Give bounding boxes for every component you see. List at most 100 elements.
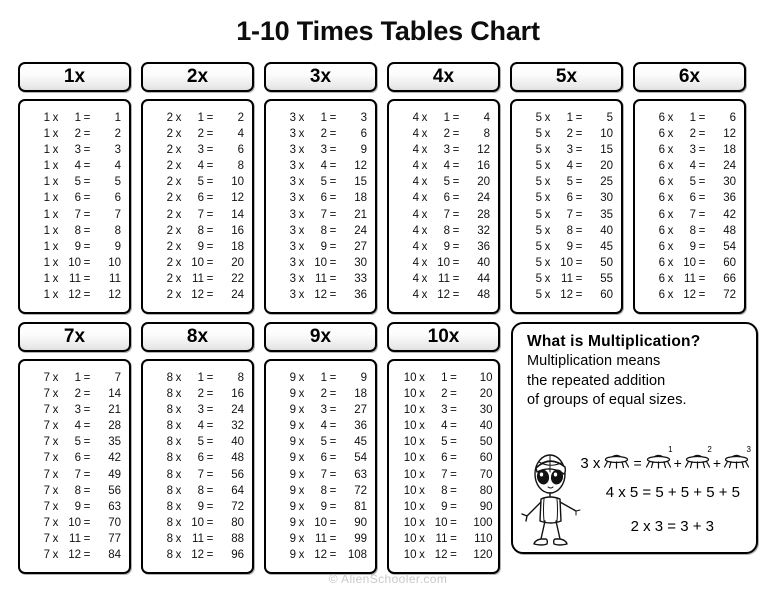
equation-result: 24 (231, 289, 244, 302)
equation-b: 7 (441, 468, 448, 481)
equation-result: 8 (237, 372, 244, 384)
equation-result: 56 (231, 468, 244, 481)
equation-b: 2 (197, 388, 204, 401)
equation-eq: = (452, 224, 460, 237)
table-header-3x[interactable]: 3x (264, 62, 377, 92)
table-header-9x[interactable]: 9x (264, 322, 377, 352)
ufo-equation-equals: = (633, 455, 642, 471)
equation-eq: = (329, 468, 337, 481)
equation-op: x (419, 532, 425, 545)
equation-eq: = (452, 128, 460, 141)
equation-row: 9 x 7 = 63 (272, 467, 369, 483)
equation-row: 4 x 5 = 20 (395, 174, 492, 190)
equation-a: 9 (289, 468, 296, 481)
equation-result: 10 (108, 256, 121, 269)
equation-row: 2 x 5 = 10 (149, 174, 246, 190)
equation-row: 9 x 1 = 9 (272, 370, 369, 386)
equation-row: 9 x 6 = 54 (272, 450, 369, 466)
equation-eq: = (329, 388, 337, 401)
equation-op: x (298, 388, 305, 401)
equation-row: 3 x 6 = 18 (272, 190, 369, 206)
table-body-6x: 6 x 1 = 6 6 x 2 = 12 6 x 3 = 18 6 x 4 = 24 6 x 5 = 30 6 x 6 = 36 6 x 7 = 4… (633, 99, 746, 315)
equation-b: 8 (74, 224, 81, 237)
equation-row: 8 x 3 = 24 (149, 402, 246, 418)
table-body-8x: 8 x 1 = 8 8 x 2 = 16 8 x 3 = 24 8 x 4 = 32 8 x 5 = 40 8 x 6 = 48 8 x 7 = 5… (141, 359, 254, 575)
equation-a: 7 (43, 500, 50, 513)
equation-result: 1 (114, 112, 121, 124)
equation-op: x (421, 224, 428, 237)
equation-op: x (175, 176, 182, 189)
equation-op: x (419, 549, 425, 562)
equation-result: 70 (479, 468, 493, 481)
table-header-4x[interactable]: 4x (387, 62, 500, 92)
equation-op: x (175, 549, 182, 562)
equation-b: 1 (443, 112, 450, 124)
equation-row: 7 x 10 = 70 (26, 515, 123, 531)
table-header-5x[interactable]: 5x (510, 62, 623, 92)
equation-b: 8 (320, 224, 327, 237)
equation-eq: = (452, 289, 460, 302)
equation-b: 6 (74, 452, 81, 465)
equation-a: 10 (403, 436, 417, 449)
equation-op: x (419, 372, 425, 384)
equation-op: x (52, 144, 59, 157)
equation-op: x (421, 208, 428, 221)
equation-op: x (52, 532, 59, 545)
table-header-1x[interactable]: 1x (18, 62, 131, 92)
equation-result: 6 (237, 144, 244, 157)
equation-op: x (52, 436, 59, 449)
table-header-7x[interactable]: 7x (18, 322, 131, 352)
table-header-8x[interactable]: 8x (141, 322, 254, 352)
equation-eq: = (452, 176, 460, 189)
equation-result: 77 (108, 532, 121, 545)
equation-a: 7 (43, 436, 50, 449)
table-header-6x[interactable]: 6x (633, 62, 746, 92)
equation-op: x (298, 240, 305, 253)
equation-result: 90 (479, 500, 493, 513)
table-header-10x[interactable]: 10x (387, 322, 500, 352)
equation-row: 5 x 8 = 40 (518, 223, 615, 239)
equation-eq: = (206, 372, 214, 384)
equation-op: x (175, 484, 182, 497)
equation-a: 3 (289, 289, 296, 302)
equation-eq: = (83, 256, 91, 269)
equation-row: 2 x 8 = 16 (149, 223, 246, 239)
equation-row: 10 x 12 = 120 (395, 547, 493, 563)
equation-row: 5 x 4 = 20 (518, 158, 615, 174)
equation-a: 5 (535, 208, 542, 221)
equation-op: x (544, 289, 551, 302)
equation-a: 6 (658, 160, 665, 173)
equation-row: 2 x 4 = 8 (149, 158, 246, 174)
equation-result: 12 (354, 160, 367, 173)
times-table-card-4x: 4x 4 x 1 = 4 4 x 2 = 8 4 x 3 = 12 4 x 4 = 16 4 x 5 = 20 4 x 6 = 24 4 x 7 =… (387, 62, 500, 315)
equation-result: 81 (354, 500, 367, 513)
equation-b: 4 (197, 420, 204, 433)
table-header-2x[interactable]: 2x (141, 62, 254, 92)
equation-eq: = (83, 452, 91, 465)
equation-op: x (175, 208, 182, 221)
equation-op: x (544, 144, 551, 157)
equation-b: 11 (69, 532, 81, 545)
equation-a: 2 (166, 208, 173, 221)
equation-row: 7 x 8 = 56 (26, 483, 123, 499)
equation-a: 2 (166, 192, 173, 205)
equation-op: x (544, 240, 551, 253)
equation-op: x (298, 516, 305, 529)
equation-op: x (298, 372, 305, 384)
equation-eq: = (450, 549, 457, 562)
equation-eq: = (83, 516, 91, 529)
equation-b: 7 (689, 208, 696, 221)
equation-op: x (298, 272, 305, 285)
equation-op: x (298, 256, 305, 269)
equation-b: 7 (74, 468, 81, 481)
equation-a: 5 (535, 272, 542, 285)
equation-a: 5 (535, 256, 542, 269)
equation-row: 4 x 10 = 40 (395, 255, 492, 271)
equation-result: 55 (600, 272, 613, 285)
equation-eq: = (452, 256, 460, 269)
equation-result: 110 (474, 532, 493, 545)
equation-row: 6 x 9 = 54 (641, 239, 738, 255)
equation-row: 3 x 1 = 3 (272, 110, 369, 126)
equation-b: 9 (689, 240, 696, 253)
equation-row: 7 x 3 = 21 (26, 402, 123, 418)
